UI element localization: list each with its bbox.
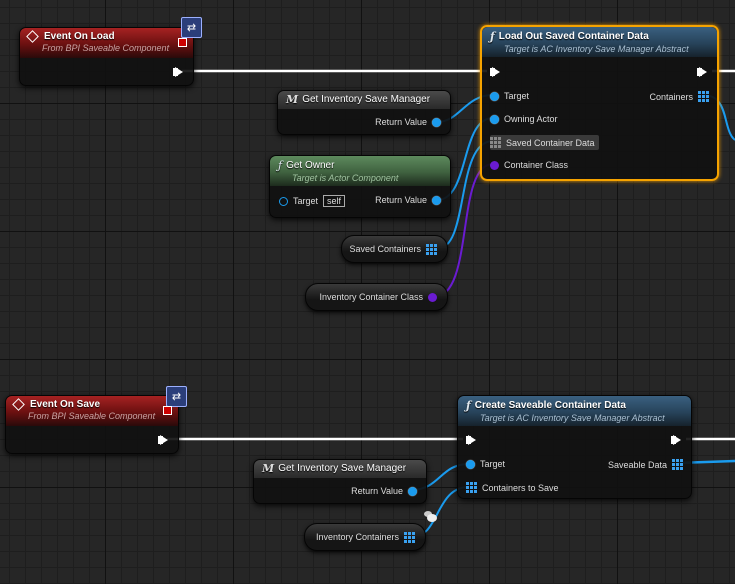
function-icon: ƒ bbox=[278, 159, 283, 172]
variable-label: Inventory Container Class bbox=[319, 292, 423, 302]
variable-label: Saved Containers bbox=[349, 244, 421, 254]
load-func-pin-containers[interactable]: Containers bbox=[649, 91, 709, 102]
object-pin-icon[interactable] bbox=[490, 91, 499, 101]
event-on-load-header: Event On Load From BPI Saveable Componen… bbox=[20, 28, 193, 58]
array-pin-icon[interactable] bbox=[672, 459, 683, 470]
exec-pin-icon[interactable] bbox=[671, 435, 681, 445]
pin-label: Containers bbox=[649, 91, 693, 102]
event-diamond-icon bbox=[12, 398, 25, 411]
class-pin-icon[interactable] bbox=[428, 292, 437, 302]
load-func-pin-target[interactable]: Target bbox=[490, 91, 529, 101]
create-func-subtitle: Target is AC Inventory Save Manager Abst… bbox=[480, 413, 665, 423]
get-manager-2-title: Get Inventory Save Manager bbox=[278, 463, 407, 474]
object-pin-icon[interactable] bbox=[279, 196, 288, 206]
pin-label: Return Value bbox=[375, 195, 427, 205]
create-func-pin-target[interactable]: Target bbox=[466, 459, 505, 469]
array-pin-icon[interactable] bbox=[404, 531, 415, 543]
get-owner-return-value[interactable]: Return Value bbox=[375, 195, 441, 205]
pin-label: Target bbox=[480, 459, 506, 469]
event-diamond-icon bbox=[26, 30, 39, 43]
get-manager-2-return-value[interactable]: Return Value bbox=[351, 486, 417, 496]
get-owner-subtitle: Target is Actor Component bbox=[292, 173, 399, 183]
get-manager-return-value[interactable]: Return Value bbox=[375, 117, 441, 127]
load-func-pin-owning-actor[interactable]: Owning Actor bbox=[490, 114, 558, 124]
variable-label: Inventory Containers bbox=[315, 532, 399, 542]
array-pin-icon[interactable] bbox=[466, 482, 477, 493]
event-on-save-header: Event On Save From BPI Saveable Componen… bbox=[6, 396, 178, 426]
load-out-saved-container-data-node[interactable]: ƒ Load Out Saved Container Data Target is… bbox=[480, 25, 719, 181]
pin-label: Return Value bbox=[375, 117, 427, 127]
object-pin-icon[interactable] bbox=[408, 486, 417, 496]
pin-label: Container Class bbox=[504, 160, 569, 170]
create-func-header: ƒ Create Saveable Container Data Target i… bbox=[458, 396, 691, 426]
create-func-pin-containers-to-save[interactable]: Containers to Save bbox=[466, 482, 559, 493]
function-icon: ƒ bbox=[490, 30, 495, 43]
inventory-container-class-variable[interactable]: Inventory Container Class bbox=[305, 283, 448, 311]
array-pin-icon[interactable] bbox=[426, 243, 437, 255]
load-func-pin-container-class[interactable]: Container Class bbox=[490, 160, 568, 170]
pin-label: Containers to Save bbox=[482, 482, 559, 493]
get-owner-title: Get Owner bbox=[286, 160, 335, 171]
get-manager-2-header: M Get Inventory Save Manager bbox=[254, 460, 426, 478]
get-owner-target[interactable]: Target self bbox=[279, 195, 346, 207]
class-pin-icon[interactable] bbox=[490, 160, 499, 170]
inventory-containers-variable[interactable]: Inventory Containers bbox=[304, 523, 426, 551]
array-pin-icon[interactable] bbox=[698, 91, 709, 102]
load-func-subtitle: Target is AC Inventory Save Manager Abst… bbox=[504, 44, 689, 54]
saved-containers-variable[interactable]: Saved Containers bbox=[341, 235, 448, 263]
event-on-save-node[interactable]: Event On Save From BPI Saveable Componen… bbox=[5, 386, 187, 454]
self-value-box[interactable]: self bbox=[323, 195, 346, 207]
load-func-exec-out[interactable] bbox=[697, 67, 707, 77]
event-on-save-exec-out[interactable] bbox=[158, 435, 168, 445]
interface-event-icon: ⇄ bbox=[166, 386, 187, 407]
event-on-load-subtitle: From BPI Saveable Component bbox=[42, 43, 170, 53]
object-pin-icon[interactable] bbox=[432, 117, 441, 127]
get-owner-header: ƒ Get Owner Target is Actor Component bbox=[270, 156, 450, 186]
event-on-load-node[interactable]: Event On Load From BPI Saveable Componen… bbox=[19, 17, 202, 86]
load-func-exec-in[interactable] bbox=[490, 67, 500, 77]
get-manager-header: M Get Inventory Save Manager bbox=[278, 91, 450, 109]
interface-event-icon: ⇄ bbox=[181, 17, 202, 38]
exec-pin-icon[interactable] bbox=[173, 67, 183, 77]
event-on-save-title: Event On Save bbox=[30, 399, 101, 410]
create-func-title: Create Saveable Container Data bbox=[474, 400, 626, 411]
event-on-save-subtitle: From BPI Saveable Component bbox=[28, 411, 156, 421]
create-func-exec-in[interactable] bbox=[466, 435, 476, 445]
get-manager-title: Get Inventory Save Manager bbox=[302, 94, 431, 105]
exec-pin-icon[interactable] bbox=[466, 435, 476, 445]
pin-label: Target bbox=[293, 196, 319, 206]
load-func-title: Load Out Saved Container Data bbox=[498, 31, 649, 42]
create-saveable-container-data-node[interactable]: ƒ Create Saveable Container Data Target i… bbox=[457, 395, 692, 499]
pin-label: Owning Actor bbox=[504, 114, 558, 124]
pin-label: Return Value bbox=[351, 486, 403, 496]
load-func-header: ƒ Load Out Saved Container Data Target is… bbox=[482, 27, 717, 57]
create-func-exec-out[interactable] bbox=[671, 435, 681, 445]
delegate-pin-icon[interactable] bbox=[178, 38, 187, 47]
get-owner-node[interactable]: ƒ Get Owner Target is Actor Component Tar… bbox=[269, 155, 451, 218]
get-inventory-save-manager-node-2[interactable]: M Get Inventory Save Manager Return Value bbox=[253, 459, 427, 504]
event-on-load-exec-out[interactable] bbox=[173, 67, 183, 77]
reroute-knot-icon[interactable] bbox=[427, 514, 437, 522]
event-on-load-title: Event On Load bbox=[44, 31, 115, 42]
create-func-pin-saveable-data[interactable]: Saveable Data bbox=[608, 459, 683, 470]
array-pin-icon[interactable] bbox=[490, 137, 501, 148]
pin-label: Target bbox=[504, 91, 530, 101]
load-func-pin-saved-container-data[interactable]: Saved Container Data bbox=[490, 135, 599, 150]
exec-pin-icon[interactable] bbox=[697, 67, 707, 77]
object-pin-icon[interactable] bbox=[432, 195, 441, 205]
delegate-pin-icon[interactable] bbox=[163, 406, 172, 415]
exec-pin-icon[interactable] bbox=[490, 67, 500, 77]
macro-icon: M bbox=[286, 93, 299, 106]
object-pin-icon[interactable] bbox=[466, 459, 475, 469]
macro-icon: M bbox=[262, 462, 275, 475]
function-icon: ƒ bbox=[466, 399, 471, 412]
pin-label: Saved Container Data bbox=[506, 137, 595, 148]
object-pin-icon[interactable] bbox=[490, 114, 499, 124]
get-inventory-save-manager-node[interactable]: M Get Inventory Save Manager Return Value bbox=[277, 90, 451, 135]
exec-pin-icon[interactable] bbox=[158, 435, 168, 445]
pin-label: Saveable Data bbox=[607, 459, 667, 470]
